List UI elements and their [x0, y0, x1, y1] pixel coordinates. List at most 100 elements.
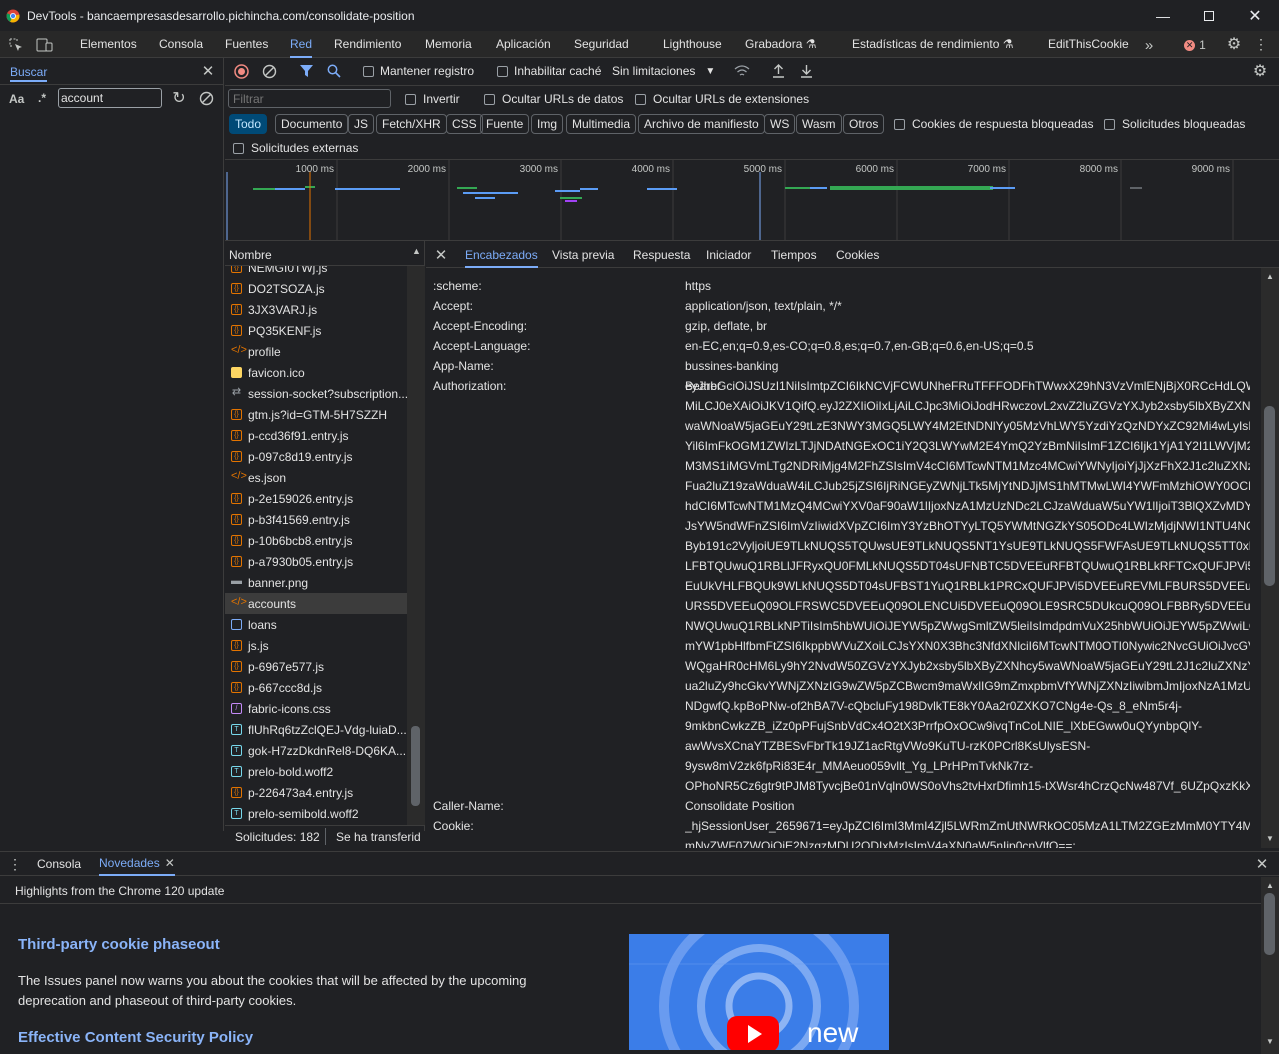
tab-6[interactable]: Aplicación — [496, 31, 551, 58]
request-row[interactable]: {} NEMGI0TWj.js — [225, 266, 407, 278]
youtube-play-icon[interactable] — [727, 1016, 779, 1050]
request-row[interactable]: {} p-10b6bcb8.entry.js — [225, 530, 407, 551]
scroll-down-icon[interactable]: ▼ — [1266, 834, 1274, 843]
request-row[interactable]: {} p-2e159026.entry.js — [225, 488, 407, 509]
invert-checkbox[interactable] — [405, 93, 416, 105]
preserve-log-checkbox[interactable] — [363, 65, 374, 77]
tab-9[interactable]: Grabadora ⚗ — [745, 31, 816, 58]
whats-new-video-thumbnail[interactable]: new — [629, 934, 889, 1050]
hide-ext-urls-checkbox[interactable] — [635, 93, 646, 105]
clear-search-icon[interactable] — [197, 89, 215, 107]
request-row[interactable]: ⇄ session-socket?subscription... — [225, 383, 407, 404]
search-network-icon[interactable] — [326, 63, 342, 79]
disable-cache-checkbox[interactable] — [497, 65, 508, 77]
search-input[interactable] — [58, 88, 162, 108]
request-row[interactable]: loans — [225, 614, 407, 635]
feature-heading-cookie[interactable]: Third-party cookie phaseout — [18, 936, 220, 953]
network-overview[interactable]: 1000 ms 2000 ms 3000 ms 4000 ms 5000 ms 6000 … — [225, 159, 1279, 241]
close-tab-icon[interactable]: ✕ — [165, 856, 175, 870]
filter-chip-4[interactable]: CSS — [446, 114, 483, 134]
request-row[interactable]: {} DO2TSOZA.js — [225, 278, 407, 299]
network-conditions-icon[interactable] — [733, 63, 751, 79]
request-row[interactable]: favicon.ico — [225, 362, 407, 383]
request-row[interactable]: {} p-6967e577.js — [225, 656, 407, 677]
filter-chip-6[interactable]: Img — [531, 114, 564, 134]
filter-chip-2[interactable]: JS — [348, 114, 375, 134]
filter-chip-7[interactable]: Multimedia — [566, 114, 637, 134]
record-stop-icon[interactable] — [233, 63, 249, 79]
detail-tab-0[interactable]: Encabezados — [465, 242, 538, 268]
settings-gear-icon[interactable]: ⚙ — [1225, 35, 1243, 53]
third-party-checkbox[interactable] — [233, 142, 244, 154]
detail-tab-4[interactable]: Tiempos — [771, 242, 817, 268]
filter-input[interactable] — [228, 89, 391, 108]
tab-5[interactable]: Memoria — [425, 31, 472, 58]
filter-chip-8[interactable]: Archivo de manifiesto — [638, 114, 765, 134]
feature-heading-csp[interactable]: Effective Content Security Policy — [18, 1029, 253, 1046]
request-row[interactable]: / fabric-icons.css — [225, 698, 407, 719]
request-row[interactable]: {} p-b3f41569.entry.js — [225, 509, 407, 530]
import-har-icon[interactable] — [770, 63, 786, 79]
request-row[interactable]: {} p-a7930b05.entry.js — [225, 551, 407, 572]
blocked-requests-checkbox[interactable] — [1104, 118, 1115, 130]
search-tab[interactable]: Buscar — [10, 62, 48, 82]
hide-data-urls-checkbox[interactable] — [484, 93, 495, 105]
drawer-tab-whats-new[interactable]: Novedades ✕ — [99, 852, 175, 876]
detail-tab-5[interactable]: Cookies — [836, 242, 879, 268]
tab-10[interactable]: Estadísticas de rendimiento ⚗ — [852, 31, 1014, 58]
regex-button[interactable]: .* — [38, 91, 46, 105]
tab-7[interactable]: Seguridad — [574, 31, 629, 58]
drawer-scroll-thumb[interactable] — [1264, 893, 1275, 955]
request-row[interactable]: {} js.js — [225, 635, 407, 656]
tab-4[interactable]: Rendimiento — [334, 31, 401, 58]
more-tabs-icon[interactable]: » — [1142, 36, 1156, 54]
invert-option[interactable]: Invertir — [405, 92, 460, 106]
blocked-requests-option[interactable]: Solicitudes bloqueadas — [1104, 117, 1245, 131]
close-detail-icon[interactable]: ✕ — [433, 246, 449, 264]
scroll-up-icon[interactable]: ▲ — [1266, 272, 1274, 281]
request-list-header[interactable]: Nombre ▲ — [225, 242, 424, 266]
request-list-scroll-thumb[interactable] — [411, 726, 420, 806]
preserve-log-option[interactable]: Mantener registro — [363, 64, 474, 78]
third-party-option[interactable]: Solicitudes externas — [233, 141, 358, 155]
request-row[interactable]: Tgok-H7zzDkdnRel8-DQ6KA... — [225, 740, 407, 761]
maximize-button[interactable] — [1186, 0, 1232, 31]
tab-2[interactable]: Fuentes — [225, 31, 268, 58]
device-toggle-icon[interactable] — [35, 36, 53, 54]
drawer-scrollbar[interactable]: ▲ ▼ — [1261, 877, 1279, 1054]
tab-8[interactable]: Lighthouse — [663, 31, 722, 58]
tab-0[interactable]: Elementos — [80, 31, 137, 58]
refresh-search-icon[interactable]: ↻ — [170, 89, 188, 107]
hide-ext-urls-option[interactable]: Ocultar URLs de extensiones — [635, 92, 809, 106]
blocked-cookies-option[interactable]: Cookies de respuesta bloqueadas — [894, 117, 1093, 131]
filter-chip-1[interactable]: Documento — [275, 114, 349, 134]
request-row[interactable]: Tprelo-bold.woff2 — [225, 761, 407, 782]
drawer-scroll-down-icon[interactable]: ▼ — [1266, 1037, 1274, 1046]
error-counter[interactable]: ✕ 1 — [1180, 37, 1210, 53]
inspect-element-icon[interactable] — [7, 36, 25, 54]
drawer-tab-console[interactable]: Consola — [37, 857, 81, 871]
request-row[interactable]: {} p-667ccc8d.js — [225, 677, 407, 698]
filter-chip-11[interactable]: Otros — [843, 114, 885, 134]
request-row[interactable]: {} p-097c8d19.entry.js — [225, 446, 407, 467]
request-row[interactable]: {} p-226473a4.entry.js — [225, 782, 407, 803]
clear-log-icon[interactable] — [261, 63, 277, 79]
detail-tab-2[interactable]: Respuesta — [633, 242, 690, 268]
headers-scrollbar[interactable]: ▲ ▼ — [1261, 268, 1279, 848]
network-settings-icon[interactable]: ⚙ — [1251, 62, 1269, 80]
close-drawer-icon[interactable]: ✕ — [1254, 855, 1270, 873]
tab-1[interactable]: Consola — [159, 31, 203, 58]
close-search-icon[interactable]: ✕ — [200, 62, 216, 80]
request-row[interactable]: ▬ banner.png — [225, 572, 407, 593]
match-case-button[interactable]: Aa — [9, 92, 24, 106]
headers-scroll-thumb[interactable] — [1264, 406, 1275, 586]
throttling-select[interactable]: Sin limitaciones ▼ — [612, 64, 715, 78]
filter-chip-3[interactable]: Fetch/XHR — [376, 114, 447, 134]
request-row[interactable]: Tprelo-semibold.woff2 — [225, 803, 407, 824]
filter-chip-10[interactable]: Wasm — [796, 114, 842, 134]
minimize-button[interactable]: — — [1140, 0, 1186, 31]
request-row[interactable]: TflUhRq6tzZclQEJ-Vdg-luiaD... — [225, 719, 407, 740]
request-row[interactable]: {} 3JX3VARJ.js — [225, 299, 407, 320]
disable-cache-option[interactable]: Inhabilitar caché — [497, 64, 601, 78]
filter-chip-5[interactable]: Fuente — [480, 114, 530, 134]
